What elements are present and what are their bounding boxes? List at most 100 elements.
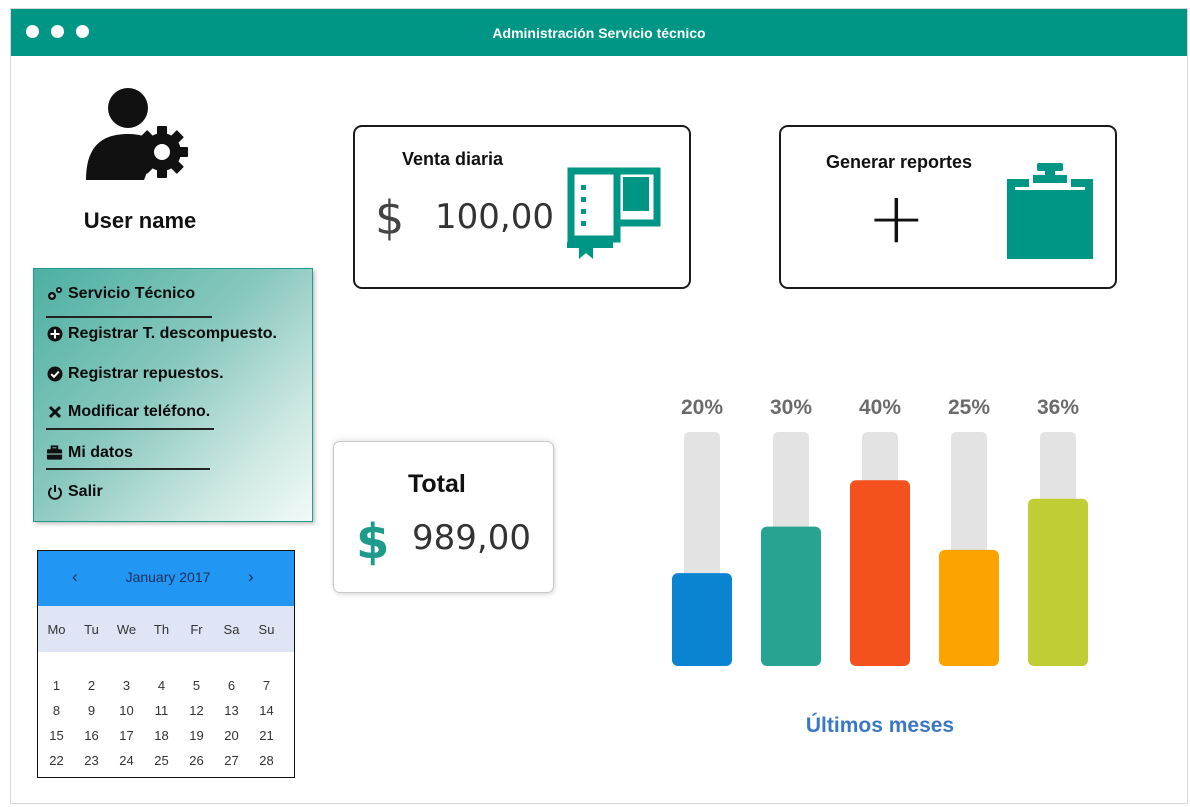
calendar-day[interactable]: 8	[39, 703, 74, 718]
menu-item-label: Servicio Técnico	[68, 285, 196, 302]
calendar-day[interactable]: 23	[74, 753, 109, 768]
calendar-day[interactable]: 7	[249, 678, 284, 693]
bar-data-label: 30%	[770, 396, 812, 419]
calendar-day[interactable]: 19	[179, 728, 214, 743]
calendar-day[interactable]: 28	[249, 753, 284, 768]
weekday-label: Mo	[47, 621, 66, 637]
weekday-label: Fr	[190, 621, 203, 637]
chart-title: Últimos meses	[805, 714, 955, 737]
menu-divider	[46, 316, 212, 318]
bar-data-label: 40%	[859, 396, 901, 419]
calendar-day[interactable]: 30	[74, 774, 109, 777]
calendar-day[interactable]: 10	[109, 703, 144, 718]
menu-item-servicio-tecnico[interactable]: Servicio Técnico	[46, 285, 195, 303]
check-circle-icon	[46, 366, 63, 383]
calendar-day[interactable]: 13	[214, 703, 249, 718]
menu-divider	[46, 428, 214, 430]
bar-data-label: 25%	[948, 396, 990, 419]
bar-chart: 20% 30% 40% 25% 36%	[672, 396, 1088, 666]
calendar-day[interactable]: 27	[214, 753, 249, 768]
calendar-day[interactable]: 21	[249, 728, 284, 743]
calendar-day[interactable]: 1	[39, 678, 74, 693]
gears-icon	[46, 286, 63, 303]
weekday-label: Su	[258, 621, 275, 637]
calendar-day[interactable]: 16	[74, 728, 109, 743]
briefcase-icon	[46, 445, 63, 462]
menu-item-registrar-repuestos[interactable]: Registrar repuestos.	[46, 365, 224, 383]
minimize-window-dot[interactable]	[51, 25, 64, 38]
calendar-day[interactable]: 2	[74, 678, 109, 693]
menu-item-label: Mi datos	[68, 444, 133, 461]
weekday-label: Tu	[84, 621, 99, 637]
calendar-week: 22 23 24 25 26 27 28	[38, 753, 294, 768]
clipboard-icon	[1007, 163, 1093, 259]
bar-1	[761, 526, 821, 666]
window-title: Administración Servicio técnico	[492, 24, 706, 41]
bar-3	[939, 549, 999, 666]
calendar-week: 8 9 10 11 12 13 14	[38, 703, 294, 718]
user-gear-icon	[86, 88, 188, 180]
maximize-window-dot[interactable]	[76, 25, 89, 38]
calendar-day[interactable]: 31	[109, 774, 144, 777]
calendar-day[interactable]: 20	[214, 728, 249, 743]
calendar-week: 15 16 17 18 19 20 21	[38, 728, 294, 743]
calendar-day[interactable]: 9	[74, 703, 109, 718]
calendar-header: ‹ January 2017 ›	[38, 551, 294, 606]
venta-diaria-amount: 100,00	[435, 197, 554, 237]
currency-symbol: $	[356, 514, 390, 570]
weekday-label: Sa	[223, 621, 240, 637]
bar-4	[1028, 498, 1088, 666]
calendar-day[interactable]: 14	[249, 703, 284, 718]
calendar-next-button[interactable]: ›	[248, 567, 254, 587]
calendar-week: 1 2 3 4 5 6 7	[38, 678, 294, 693]
calendar-day[interactable]: 5	[179, 678, 214, 693]
bar-data-label: 36%	[1037, 396, 1079, 419]
user-name: User name	[83, 208, 197, 233]
menu-item-label: Salir	[68, 483, 103, 500]
menu-item-salir[interactable]: Salir	[46, 483, 103, 501]
ledger-book-icon	[567, 167, 661, 259]
total-title: Total	[408, 470, 466, 498]
calendar-week: 29 30 31	[38, 774, 294, 777]
calendar-day[interactable]: 29	[39, 774, 74, 777]
plus-icon[interactable]: +	[867, 177, 926, 259]
calendar-day[interactable]: 22	[39, 753, 74, 768]
calendar-month-label[interactable]: January 2017	[98, 569, 238, 585]
calendar-day[interactable]: 17	[109, 728, 144, 743]
power-icon	[46, 484, 63, 501]
x-mark-icon	[46, 404, 63, 421]
bar-0	[672, 573, 732, 666]
calendar-day[interactable]: 25	[144, 753, 179, 768]
total-amount: 989,00	[412, 518, 531, 558]
generar-reportes-title: Generar reportes	[826, 152, 973, 172]
venta-diaria-card[interactable]: Venta diaria $ 100,00	[353, 125, 691, 289]
window-controls	[26, 25, 89, 38]
menu-item-mi-datos[interactable]: Mi datos	[46, 444, 133, 462]
weekday-label: Th	[153, 621, 170, 637]
bar-2	[850, 480, 910, 666]
calendar-day[interactable]: 15	[39, 728, 74, 743]
calendar-day[interactable]: 12	[179, 703, 214, 718]
calendar-prev-button[interactable]: ‹	[72, 567, 78, 587]
calendar-day[interactable]: 4	[144, 678, 179, 693]
bar-data-label: 20%	[681, 396, 723, 419]
calendar-day[interactable]: 24	[109, 753, 144, 768]
menu-divider	[46, 468, 210, 470]
calendar-widget: ‹ January 2017 › Mo Tu We Th Fr Sa Su 1 …	[37, 550, 295, 778]
close-window-dot[interactable]	[26, 25, 39, 38]
calendar-day[interactable]: 3	[109, 678, 144, 693]
title-bar: Administración Servicio técnico	[11, 9, 1187, 56]
weekday-label: We	[116, 621, 137, 637]
menu-item-modificar-telefono[interactable]: Modificar teléfono.	[46, 403, 210, 421]
currency-symbol: $	[375, 191, 405, 245]
calendar-day[interactable]: 6	[214, 678, 249, 693]
calendar-day[interactable]: 18	[144, 728, 179, 743]
menu-item-registrar-descompuesto[interactable]: Registrar T. descompuesto.	[46, 325, 277, 343]
plus-circle-icon	[46, 326, 63, 343]
calendar-day[interactable]: 11	[144, 703, 179, 718]
menu-item-label: Modificar teléfono.	[68, 403, 211, 420]
menu-item-label: Registrar repuestos.	[68, 365, 224, 382]
calendar-day[interactable]: 26	[179, 753, 214, 768]
venta-diaria-title: Venta diaria	[402, 149, 504, 169]
generar-reportes-card[interactable]: Generar reportes +	[779, 125, 1117, 289]
